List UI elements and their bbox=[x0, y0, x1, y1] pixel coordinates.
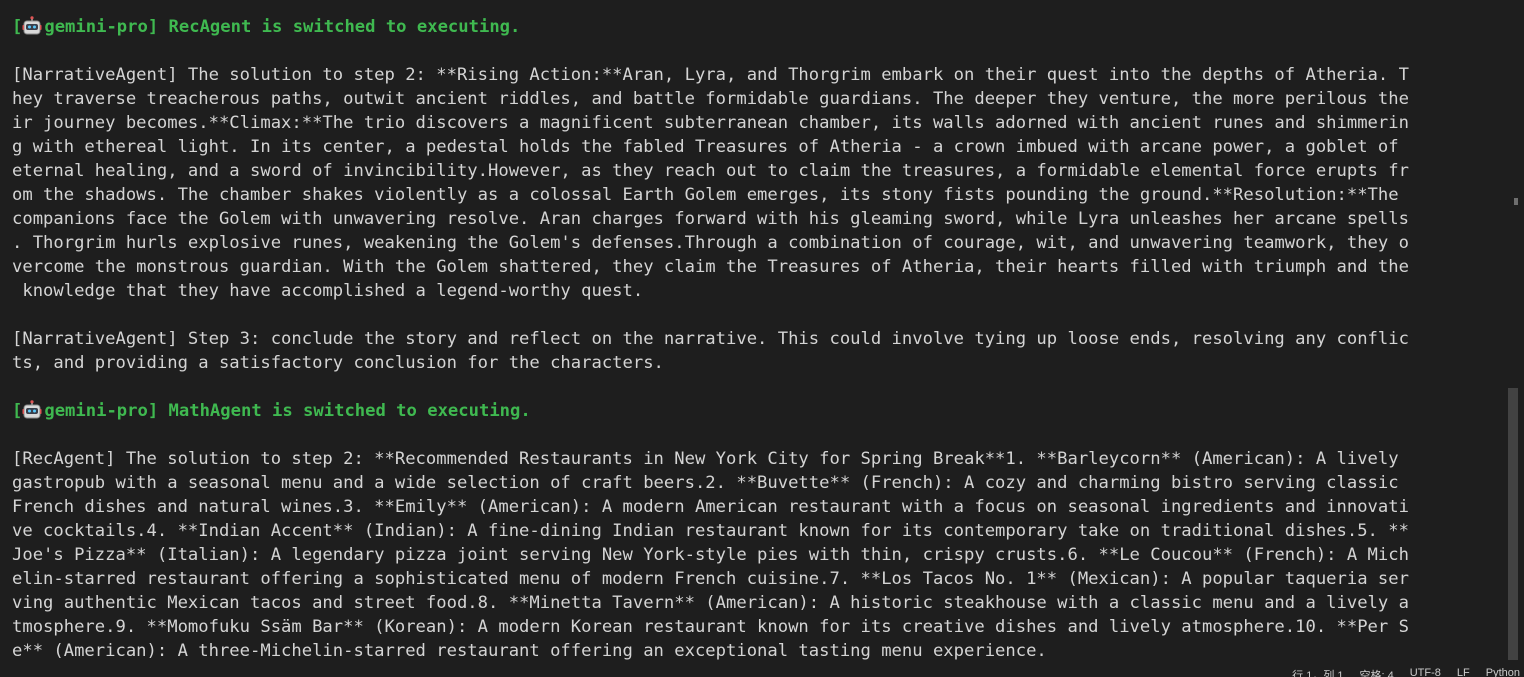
output-line: elin-starred restaurant offering a sophi… bbox=[12, 569, 1409, 589]
output-line: e** (American): A three-Michelin-starred… bbox=[12, 641, 1047, 661]
output-line: [NarrativeAgent] The solution to step 2:… bbox=[12, 65, 1409, 85]
robot-icon bbox=[22, 16, 42, 36]
output-line: ve cocktails.4. **Indian Accent** (India… bbox=[12, 521, 1409, 541]
output-line: ving authentic Mexican tacos and street … bbox=[12, 593, 1409, 613]
output-line: ir journey becomes.**Climax:**The trio d… bbox=[12, 113, 1409, 133]
output-line: gastropub with a seasonal menu and a wid… bbox=[12, 473, 1399, 493]
output-line: [NarrativeAgent] Step 3: conclude the st… bbox=[12, 329, 1409, 349]
status-bar-item[interactable]: 行 1，列 1 bbox=[1292, 667, 1343, 677]
status-bar-item[interactable]: LF bbox=[1457, 667, 1470, 677]
status-bar-items: 行 1，列 1 空格: 4 UTF-8 LF Python bbox=[1292, 667, 1520, 677]
output-line: French dishes and natural wines.3. **Emi… bbox=[12, 497, 1409, 517]
scrollbar-marker bbox=[1514, 198, 1518, 205]
output-line: vercome the monstrous guardian. With the… bbox=[12, 257, 1409, 277]
output-line: hey traverse treacherous paths, outwit a… bbox=[12, 89, 1409, 109]
scrollbar-thumb[interactable] bbox=[1508, 388, 1518, 660]
output-line: g with ethereal light. In its center, a … bbox=[12, 137, 1399, 157]
output-line: companions face the Golem with unwaverin… bbox=[12, 209, 1409, 229]
output-line: . Thorgrim hurls explosive runes, weaken… bbox=[12, 233, 1409, 253]
output-line: [RecAgent] The solution to step 2: **Rec… bbox=[12, 449, 1399, 469]
output-line: tmosphere.9. **Momofuku Ssäm Bar** (Kore… bbox=[12, 617, 1409, 637]
agent-status-line: [ gemini-pro] RecAgent is switched to exe… bbox=[12, 15, 1502, 39]
output-line: Joe's Pizza** (Italian): A legendary piz… bbox=[12, 545, 1409, 565]
terminal-output: [ gemini-pro] RecAgent is switched to exe… bbox=[12, 15, 1502, 663]
status-bar-item[interactable]: 空格: 4 bbox=[1360, 667, 1394, 677]
agent-status-line: [ gemini-pro] MathAgent is switched to ex… bbox=[12, 399, 1502, 423]
status-bar: 行 1，列 1 空格: 4 UTF-8 LF Python bbox=[0, 665, 1524, 677]
status-bar-item[interactable]: Python bbox=[1486, 667, 1520, 677]
status-bracket: [ bbox=[12, 401, 23, 421]
robot-icon bbox=[22, 400, 42, 420]
status-bar-item[interactable]: UTF-8 bbox=[1410, 667, 1441, 677]
output-line: knowledge that they have accomplished a … bbox=[12, 281, 644, 301]
output-line: eternal healing, and a sword of invincib… bbox=[12, 161, 1409, 181]
status-bracket: [ bbox=[12, 17, 23, 37]
terminal-output-panel[interactable]: [ gemini-pro] RecAgent is switched to exe… bbox=[0, 0, 1524, 677]
output-line: om the shadows. The chamber shakes viole… bbox=[12, 185, 1399, 205]
output-line: ts, and providing a satisfactory conclus… bbox=[12, 353, 664, 373]
status-text: gemini-pro] RecAgent is switched to exec… bbox=[44, 17, 521, 37]
status-text: gemini-pro] MathAgent is switched to exe… bbox=[44, 401, 531, 421]
